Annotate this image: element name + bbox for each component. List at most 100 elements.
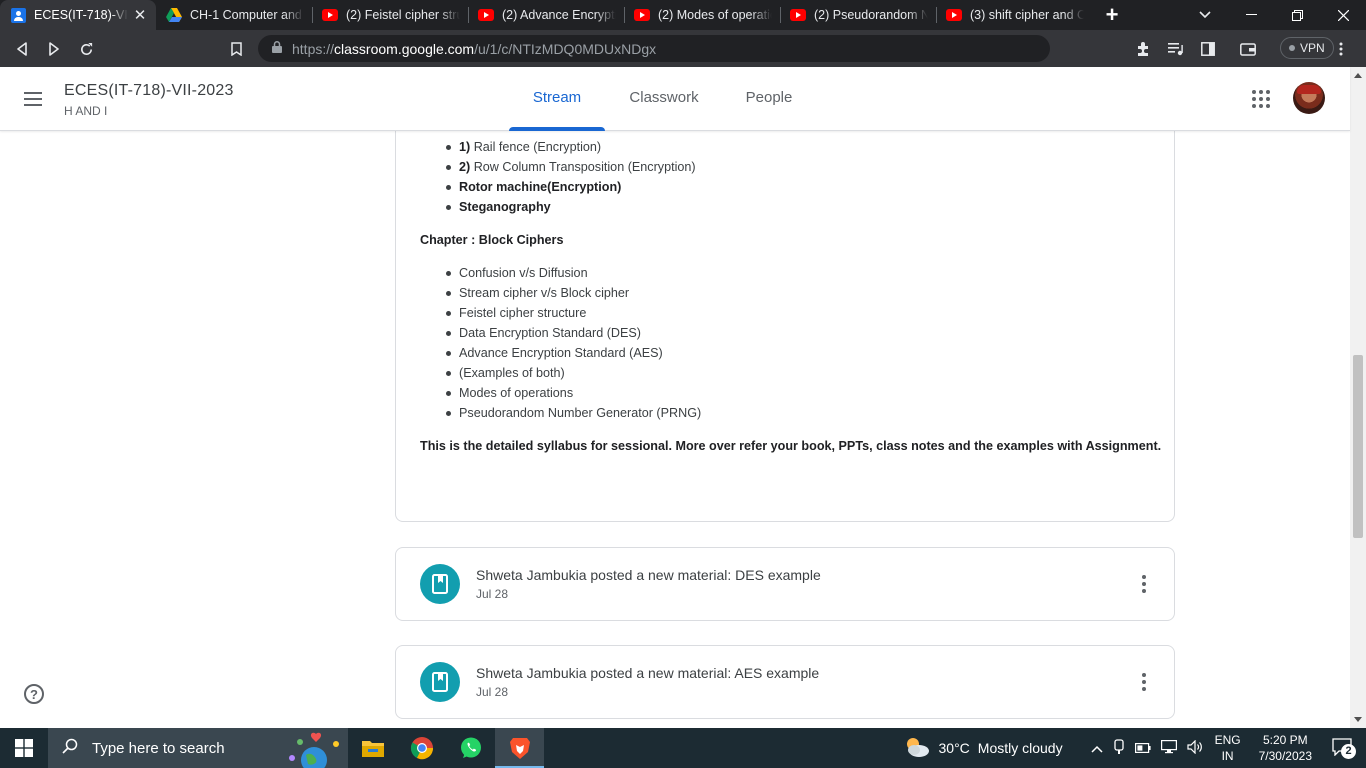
syllabus-list-top: 1) Rail fence (Encryption) 2) Row Column…: [446, 137, 696, 217]
media-playlist-icon[interactable]: [1163, 36, 1189, 62]
minimize-icon[interactable]: [1228, 0, 1274, 30]
drive-icon: [166, 7, 182, 23]
tab-youtube-prng[interactable]: (2) Pseudorandom Nu: [780, 0, 936, 30]
notification-center-icon[interactable]: 2: [1332, 737, 1356, 759]
tab-title: (3) shift cipher and Ca: [970, 8, 1084, 22]
tab-youtube-modes[interactable]: (2) Modes of operation: [624, 0, 780, 30]
help-icon[interactable]: ?: [24, 684, 44, 704]
list-item: Feistel cipher structure: [445, 303, 701, 323]
tab-drive-document[interactable]: CH-1 Computer and N: [156, 0, 312, 30]
material-post-aes[interactable]: Shweta Jambukia posted a new material: A…: [395, 645, 1175, 719]
avatar[interactable]: [1293, 82, 1325, 114]
file-explorer-icon[interactable]: [348, 728, 397, 768]
clock[interactable]: 5:20 PM 7/30/2023: [1259, 732, 1312, 764]
list-item: Steganography: [446, 197, 696, 217]
close-tab-icon[interactable]: ✕: [132, 6, 148, 24]
new-tab-button[interactable]: +: [1092, 0, 1132, 30]
tab-youtube-feistel[interactable]: (2) Feistel cipher struct: [312, 0, 468, 30]
whatsapp-icon[interactable]: [446, 728, 495, 768]
clock-time: 5:20 PM: [1262, 733, 1308, 747]
input-language[interactable]: ENG IN: [1215, 732, 1241, 764]
vpn-label: VPN: [1300, 41, 1325, 55]
windows-taskbar: Type here to search 30°C Mostly cloudy E…: [0, 728, 1366, 768]
tab-classroom[interactable]: ECES(IT-718)-VII-2023 ✕: [0, 0, 156, 30]
list-item: Pseudorandom Number Generator (PRNG): [445, 403, 701, 423]
weather-description[interactable]: Mostly cloudy: [978, 740, 1063, 756]
bookmark-icon[interactable]: [223, 36, 249, 62]
list-item: Stream cipher v/s Block cipher: [445, 283, 701, 303]
browser-toolbar: https://classroom.google.com/u/1/c/NTIzM…: [0, 30, 1366, 67]
youtube-icon: [634, 7, 650, 23]
google-apps-icon[interactable]: [1252, 90, 1270, 108]
browser-tab-strip: ECES(IT-718)-VII-2023 ✕ CH-1 Computer an…: [0, 0, 1366, 30]
weather-cloud-icon[interactable]: [903, 736, 931, 761]
forward-icon[interactable]: [41, 36, 67, 62]
taskbar-search-box[interactable]: Type here to search: [48, 728, 348, 768]
tab-classwork[interactable]: Classwork: [620, 67, 708, 131]
scroll-up-arrow-icon[interactable]: [1354, 73, 1362, 78]
material-book-icon: [420, 564, 460, 604]
tab-people[interactable]: People: [735, 67, 803, 131]
weather-temperature[interactable]: 30°C: [939, 740, 970, 756]
back-icon[interactable]: [9, 36, 35, 62]
extensions-puzzle-icon[interactable]: [1131, 36, 1157, 62]
list-item: Modes of operations: [445, 383, 701, 403]
close-window-icon[interactable]: [1320, 0, 1366, 30]
search-placeholder: Type here to search: [92, 739, 225, 757]
reload-icon[interactable]: [73, 36, 99, 62]
material-book-icon: [420, 662, 460, 702]
post-date: Jul 28: [476, 685, 509, 699]
side-panel-icon[interactable]: [1195, 36, 1221, 62]
tab-search-chevron-icon[interactable]: [1190, 0, 1220, 30]
windows-start-icon[interactable]: [0, 728, 48, 768]
class-title[interactable]: ECES(IT-718)-VII-2023: [64, 82, 234, 100]
notification-count-badge: 2: [1341, 744, 1356, 759]
tab-title: (2) Modes of operation: [658, 8, 772, 22]
main-menu-icon[interactable]: [24, 89, 46, 109]
syllabus-note: This is the detailed syllabus for sessio…: [420, 439, 1162, 453]
class-section: H AND I: [64, 104, 108, 118]
chapter-topic-list: Confusion v/s Diffusion Stream cipher v/…: [445, 263, 701, 423]
tab-youtube-shift-cipher[interactable]: (3) shift cipher and Ca: [936, 0, 1092, 30]
scroll-thumb[interactable]: [1353, 355, 1363, 538]
scroll-down-arrow-icon[interactable]: [1354, 717, 1362, 722]
post-title: Shweta Jambukia posted a new material: D…: [476, 567, 821, 583]
material-post-des[interactable]: Shweta Jambukia posted a new material: D…: [395, 547, 1175, 621]
network-icon[interactable]: [1160, 739, 1177, 757]
tab-title: (2) Feistel cipher struct: [346, 8, 460, 22]
post-title: Shweta Jambukia posted a new material: A…: [476, 665, 820, 681]
chapter-heading: Chapter : Block Ciphers: [420, 233, 564, 247]
chrome-icon[interactable]: [397, 728, 446, 768]
lock-icon: [272, 40, 282, 58]
list-item: 1) Rail fence (Encryption): [446, 137, 696, 157]
show-hidden-icons-chevron-icon[interactable]: [1091, 740, 1103, 756]
clock-date: 7/30/2023: [1258, 749, 1312, 763]
brave-browser-icon[interactable]: [495, 728, 544, 768]
list-item: Rotor machine(Encryption): [446, 177, 696, 197]
classroom-icon: [10, 7, 26, 23]
volume-icon[interactable]: [1186, 739, 1203, 757]
syllabus-announcement-card: 1) Rail fence (Encryption) 2) Row Column…: [395, 131, 1175, 522]
tab-title: ECES(IT-718)-VII-2023: [34, 8, 128, 22]
more-options-icon[interactable]: [1142, 673, 1146, 691]
tab-title: CH-1 Computer and N: [190, 8, 304, 22]
usb-device-icon[interactable]: [1113, 738, 1125, 758]
battery-icon[interactable]: [1134, 740, 1151, 756]
restore-icon[interactable]: [1274, 0, 1320, 30]
tab-youtube-aes[interactable]: (2) Advance Encryption: [468, 0, 624, 30]
tab-title: (2) Advance Encryption: [502, 8, 616, 22]
list-item: (Examples of both): [445, 363, 701, 383]
list-item: Confusion v/s Diffusion: [445, 263, 701, 283]
wallet-icon[interactable]: [1235, 36, 1261, 62]
vpn-button[interactable]: VPN: [1280, 37, 1334, 59]
youtube-icon: [478, 7, 494, 23]
page-scrollbar[interactable]: [1350, 67, 1366, 728]
window-controls: [1228, 0, 1366, 30]
list-item: Data Encryption Standard (DES): [445, 323, 701, 343]
vpn-status-dot: [1289, 45, 1295, 51]
list-item: Advance Encryption Standard (AES): [445, 343, 701, 363]
tab-stream[interactable]: Stream: [509, 67, 605, 131]
browser-menu-icon[interactable]: [1333, 36, 1349, 62]
address-bar[interactable]: https://classroom.google.com/u/1/c/NTIzM…: [258, 35, 1050, 62]
more-options-icon[interactable]: [1142, 575, 1146, 593]
